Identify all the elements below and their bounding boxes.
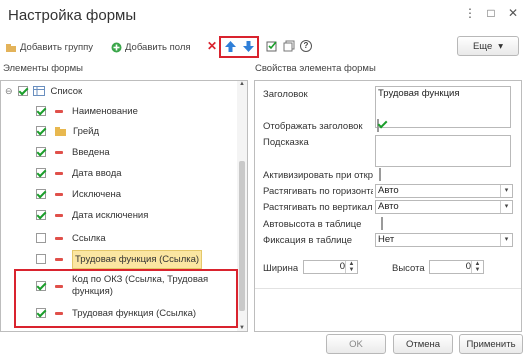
- item-checkbox[interactable]: [36, 233, 46, 243]
- field-dash-icon: [55, 257, 63, 261]
- field-dash-icon: [55, 109, 63, 113]
- header-value-field[interactable]: Трудовая функция: [375, 86, 511, 128]
- form-elements-title: Элементы формы: [3, 63, 83, 74]
- dropdown-arrow-icon[interactable]: ▾: [500, 185, 512, 197]
- table-icon: [32, 86, 45, 96]
- show-header-label: Отображать заголовок: [263, 121, 363, 132]
- tree-item-row[interactable]: Исключена: [36, 184, 121, 204]
- show-header-checkbox[interactable]: [377, 119, 379, 132]
- highlight-rows-box: [14, 269, 238, 328]
- field-dash-icon: [55, 236, 63, 240]
- item-label: Наименование: [72, 105, 138, 117]
- hint-field[interactable]: [375, 135, 511, 167]
- dropdown-arrow-icon[interactable]: ▾: [500, 234, 512, 246]
- add-plus-icon: [111, 42, 122, 53]
- item-checkbox[interactable]: [36, 189, 46, 199]
- tree-item-row[interactable]: Дата ввода: [36, 163, 122, 183]
- tree-item-row[interactable]: Дата исключения: [36, 205, 148, 225]
- add-group-label: Добавить группу: [20, 41, 94, 53]
- window-title: Настройка формы: [8, 7, 137, 24]
- more-label: Еще: [472, 40, 493, 52]
- maximize-icon[interactable]: □: [484, 6, 498, 20]
- cancel-button[interactable]: Отмена: [393, 334, 453, 354]
- item-label: Исключена: [72, 188, 122, 200]
- chevron-down-icon: ▾: [498, 40, 504, 52]
- add-fields-button[interactable]: Добавить поля: [111, 40, 191, 54]
- root-checkbox[interactable]: [17, 86, 28, 96]
- item-checkbox[interactable]: [36, 106, 46, 116]
- item-checkbox[interactable]: [36, 168, 46, 178]
- item-checkbox[interactable]: [36, 254, 46, 264]
- field-dash-icon: [55, 150, 63, 154]
- item-label: Грейд: [73, 125, 100, 137]
- height-field[interactable]: 0 ▲ ▼: [429, 260, 484, 274]
- scroll-down-icon[interactable]: ▼: [239, 325, 245, 331]
- item-checkbox[interactable]: [36, 126, 46, 136]
- field-dash-icon: [55, 213, 63, 217]
- item-checkbox[interactable]: [36, 147, 46, 157]
- item-label: Ссылка: [72, 232, 106, 244]
- add-group-button[interactable]: Добавить группу: [6, 40, 93, 54]
- width-label: Ширина: [263, 263, 299, 274]
- tree-item-row[interactable]: Введена: [36, 142, 110, 162]
- ok-button[interactable]: OK: [326, 334, 386, 354]
- tree-item-row[interactable]: Наименование: [36, 101, 138, 121]
- element-properties-title: Свойства элемента формы: [255, 63, 376, 74]
- item-label: Дата ввода: [72, 167, 122, 179]
- spinner-icon[interactable]: ▲ ▼: [471, 261, 483, 273]
- copy-button[interactable]: [283, 40, 295, 52]
- more-button[interactable]: Еще ▾: [457, 36, 519, 56]
- add-fields-label: Добавить поля: [125, 41, 191, 53]
- copy-icon: [283, 40, 295, 52]
- activate-checkbox[interactable]: [379, 168, 381, 181]
- stretch-v-select[interactable]: Авто ▾: [375, 200, 513, 214]
- tree-item-row[interactable]: Трудовая функция (Ссылка): [36, 249, 203, 269]
- dropdown-arrow-icon[interactable]: ▾: [500, 201, 512, 213]
- highlight-arrows-box: [219, 36, 259, 58]
- fix-value: Нет: [378, 234, 395, 245]
- checklist-icon: [266, 41, 277, 52]
- tree-root-row[interactable]: ⊖ Список: [5, 81, 82, 101]
- check-settings-button[interactable]: [266, 40, 278, 52]
- more-vert-icon[interactable]: ⋮: [463, 6, 477, 20]
- activate-label: Активизировать при открытии: [263, 170, 373, 181]
- root-label: Список: [50, 85, 83, 97]
- spinner-icon[interactable]: ▲ ▼: [345, 261, 357, 273]
- autoheight-label: Автовысота в таблице: [263, 219, 362, 230]
- scroll-thumb[interactable]: [239, 161, 245, 311]
- folder-icon: [55, 126, 66, 136]
- stretch-v-label: Растягивать по вертикали: [263, 202, 373, 213]
- delete-icon[interactable]: ✕: [207, 39, 217, 53]
- help-icon[interactable]: ?: [300, 40, 312, 52]
- tree-item-row[interactable]: Ссылка: [36, 228, 106, 248]
- item-label: Введена: [72, 146, 110, 158]
- stretch-h-select[interactable]: Авто ▾: [375, 184, 513, 198]
- tree-scrollbar[interactable]: ▲ ▼: [237, 81, 247, 331]
- width-field[interactable]: 0 ▲ ▼: [303, 260, 358, 274]
- tree-item-row[interactable]: Грейд: [36, 121, 99, 141]
- divider: [255, 288, 521, 289]
- field-dash-icon: [55, 192, 63, 196]
- close-icon[interactable]: ✕: [506, 6, 520, 20]
- add-group-icon: [6, 42, 17, 53]
- scroll-up-icon[interactable]: ▲: [239, 81, 245, 87]
- stretch-v-value: Авто: [378, 201, 399, 212]
- height-label: Высота: [392, 263, 425, 274]
- apply-button[interactable]: Применить: [459, 334, 523, 354]
- field-dash-icon: [55, 171, 63, 175]
- stretch-h-label: Растягивать по горизонтали: [263, 186, 373, 197]
- stretch-h-value: Авто: [378, 185, 399, 196]
- hint-label: Подсказка: [263, 137, 309, 148]
- properties-panel: Заголовок Трудовая функция Отображать за…: [254, 80, 522, 332]
- item-checkbox[interactable]: [36, 210, 46, 220]
- item-label: Дата исключения: [72, 209, 149, 221]
- autoheight-checkbox[interactable]: [381, 217, 383, 230]
- fix-select[interactable]: Нет ▾: [375, 233, 513, 247]
- header-label: Заголовок: [263, 89, 308, 100]
- item-label: Трудовая функция (Ссылка): [72, 249, 203, 269]
- fix-label: Фиксация в таблице: [263, 235, 353, 246]
- collapse-icon[interactable]: ⊖: [5, 86, 13, 97]
